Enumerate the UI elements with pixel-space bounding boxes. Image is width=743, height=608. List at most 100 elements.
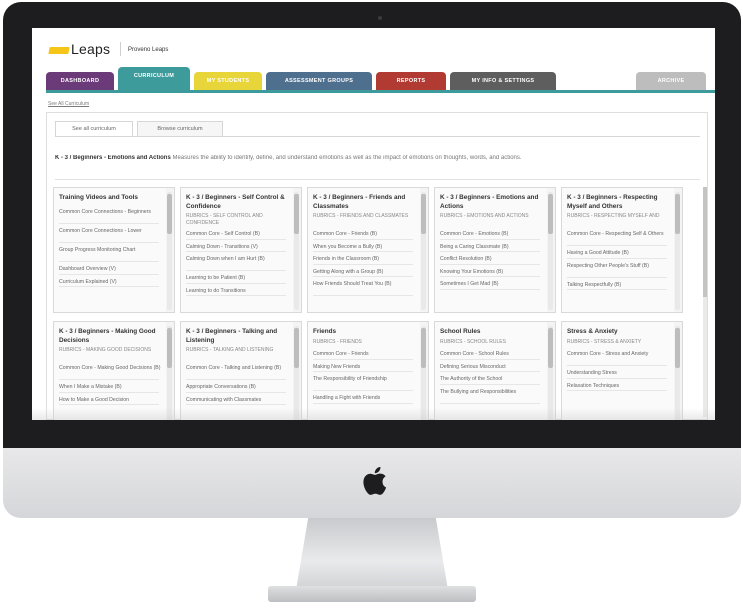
curriculum-card-item[interactable]: Common Core - Emotions (B) xyxy=(440,231,544,238)
curriculum-card-item[interactable]: Talking Respectfully (B) xyxy=(567,282,671,289)
curriculum-card-item[interactable]: Sometimes I Get Mad (B) xyxy=(440,281,544,288)
curriculum-card-item[interactable]: How Friends Should Treat You (B) xyxy=(313,281,417,288)
card-scrollbar-thumb[interactable] xyxy=(548,194,553,234)
curriculum-card[interactable]: K - 3 / Beginners - Self Control & Confi… xyxy=(180,187,302,313)
curriculum-card-title[interactable]: Training Videos and Tools xyxy=(59,194,163,203)
curriculum-card-item[interactable]: Common Core - School Rules xyxy=(440,351,544,358)
card-scrollbar[interactable] xyxy=(294,192,299,310)
curriculum-card-item[interactable]: Understanding Stress xyxy=(567,370,671,377)
curriculum-card-title[interactable]: K - 3 / Beginners - Talking and Listenin… xyxy=(186,328,290,345)
curriculum-card-item[interactable]: Calming Down when I am Hurt (B) xyxy=(186,256,290,263)
card-scrollbar-thumb[interactable] xyxy=(675,328,680,368)
curriculum-card-item[interactable]: When you Become a Bully (B) xyxy=(313,244,417,251)
curriculum-card-title[interactable]: K - 3 / Beginners - Making Good Decision… xyxy=(59,328,163,345)
curriculum-card-title[interactable]: School Rules xyxy=(440,328,544,337)
curriculum-card-subtitle[interactable]: Rubrics - School Rules xyxy=(440,339,544,346)
curriculum-card-title[interactable]: Friends xyxy=(313,328,417,337)
tab-reports[interactable]: Reports xyxy=(376,72,446,90)
curriculum-card-item[interactable]: Dashboard Overview (V) xyxy=(59,266,163,273)
curriculum-card-subtitle[interactable]: Rubrics - Talking and Listening xyxy=(186,347,290,354)
app-logo-text[interactable]: Leaps xyxy=(71,41,110,57)
curriculum-card-item[interactable]: Common Core - Making Good Decisions (B) xyxy=(59,365,163,372)
curriculum-card-item[interactable]: Getting Along with a Group (B) xyxy=(313,269,417,276)
curriculum-card-item[interactable]: Communicating with Classmates xyxy=(186,397,290,404)
card-scrollbar[interactable] xyxy=(421,192,426,310)
curriculum-card-item[interactable]: Common Core Connections - Lower xyxy=(59,228,163,235)
card-scrollbar-thumb[interactable] xyxy=(167,328,172,368)
curriculum-card-item[interactable]: The Bullying and Responsibilities xyxy=(440,389,544,396)
curriculum-card-item[interactable]: Having a Good Attitude (B) xyxy=(567,250,671,257)
curriculum-card-item[interactable]: The Authority of the School xyxy=(440,376,544,383)
curriculum-card[interactable]: K - 3 / Beginners - Friends and Classmat… xyxy=(307,187,429,313)
curriculum-card-item[interactable]: Friends in the Classroom (B) xyxy=(313,256,417,263)
curriculum-card-item[interactable]: Common Core Connections - Beginners xyxy=(59,209,163,216)
card-scrollbar[interactable] xyxy=(548,192,553,310)
curriculum-card-item[interactable]: Respecting Other People's Stuff (B) xyxy=(567,263,671,270)
card-scrollbar-thumb[interactable] xyxy=(294,328,299,368)
curriculum-card-title[interactable]: K - 3 / Beginners - Friends and Classmat… xyxy=(313,194,417,211)
curriculum-card-item[interactable]: When I Make a Mistake (B) xyxy=(59,384,163,391)
curriculum-card-item[interactable]: Common Core - Self Control (B) xyxy=(186,231,290,238)
card-scrollbar-thumb[interactable] xyxy=(675,194,680,234)
view-all-curriculum-link[interactable]: See All Curriculum xyxy=(48,101,89,107)
panel-scrollbar[interactable] xyxy=(703,187,707,417)
curriculum-card[interactable]: K - 3 / Beginners - Respecting Myself an… xyxy=(561,187,683,313)
tab-see-all-curriculum[interactable]: See all curriculum xyxy=(55,121,133,137)
curriculum-card-subtitle[interactable]: Rubrics - Self Control and Confidence xyxy=(186,213,290,226)
curriculum-card-title[interactable]: K - 3 / Beginners - Respecting Myself an… xyxy=(567,194,671,211)
curriculum-card-item[interactable]: Defining Serious Misconduct xyxy=(440,364,544,371)
curriculum-card-item[interactable]: Learning to be Patient (B) xyxy=(186,275,290,282)
curriculum-card-title[interactable]: K - 3 / Beginners - Emotions and Actions xyxy=(440,194,544,211)
card-scrollbar[interactable] xyxy=(167,326,172,420)
curriculum-card-subtitle[interactable]: Rubrics - Making Good Decisions xyxy=(59,347,163,354)
curriculum-card-item[interactable]: Common Core - Talking and Listening (B) xyxy=(186,365,290,372)
card-scrollbar[interactable] xyxy=(548,326,553,420)
curriculum-card-subtitle[interactable]: Rubrics - Respecting Myself and xyxy=(567,213,671,220)
curriculum-card-item[interactable]: Appropriate Conversations (B) xyxy=(186,384,290,391)
card-scrollbar[interactable] xyxy=(167,192,172,310)
card-scrollbar-thumb[interactable] xyxy=(548,328,553,368)
curriculum-card[interactable]: Training Videos and Tools Common Core Con… xyxy=(53,187,175,313)
tab-my-info-settings[interactable]: My Info & Settings xyxy=(450,72,556,90)
card-scrollbar-thumb[interactable] xyxy=(294,194,299,234)
tab-browse-curriculum[interactable]: Browse curriculum xyxy=(137,121,223,137)
card-scrollbar[interactable] xyxy=(675,326,680,420)
curriculum-card-item[interactable]: Common Core - Friends xyxy=(313,351,417,358)
curriculum-card[interactable]: Stress & Anxiety Rubrics - Stress & Anxie… xyxy=(561,321,683,420)
tab-archive[interactable]: Archive xyxy=(636,72,706,90)
card-scrollbar[interactable] xyxy=(421,326,426,420)
curriculum-card-item[interactable]: Handling a Fight with Friends xyxy=(313,395,417,402)
card-scrollbar[interactable] xyxy=(294,326,299,420)
curriculum-card-item[interactable]: Relaxation Techniques xyxy=(567,383,671,390)
curriculum-card-item[interactable]: Being a Caring Classmate (B) xyxy=(440,244,544,251)
curriculum-card-subtitle[interactable]: Rubrics - Emotions and Actions xyxy=(440,213,544,220)
curriculum-card-item[interactable]: Curriculum Explained (V) xyxy=(59,279,163,286)
curriculum-card-title[interactable]: Stress & Anxiety xyxy=(567,328,671,337)
curriculum-card-title[interactable]: K - 3 / Beginners - Self Control & Confi… xyxy=(186,194,290,211)
curriculum-card[interactable]: K - 3 / Beginners - Emotions and Actions… xyxy=(434,187,556,313)
curriculum-card-item[interactable]: How to Make a Good Decision xyxy=(59,397,163,404)
curriculum-card[interactable]: K - 3 / Beginners - Making Good Decision… xyxy=(53,321,175,420)
curriculum-card-item[interactable]: Group Progress Monitoring Chart xyxy=(59,247,163,254)
curriculum-card[interactable]: School Rules Rubrics - School Rules Common… xyxy=(434,321,556,420)
card-scrollbar[interactable] xyxy=(675,192,680,310)
panel-scrollbar-thumb[interactable] xyxy=(703,187,707,297)
curriculum-card-subtitle[interactable]: Rubrics - Friends and Classmates xyxy=(313,213,417,220)
curriculum-card-item[interactable]: Common Core - Respecting Self & Others xyxy=(567,231,671,238)
curriculum-card-subtitle[interactable]: Rubrics - Stress & Anxiety xyxy=(567,339,671,346)
card-scrollbar-thumb[interactable] xyxy=(421,328,426,368)
curriculum-card-item[interactable]: Common Core - Friends (B) xyxy=(313,231,417,238)
curriculum-card[interactable]: Friends Rubrics - Friends Common Core - Fr… xyxy=(307,321,429,420)
curriculum-card-item[interactable]: Knowing Your Emotions (B) xyxy=(440,269,544,276)
card-scrollbar-thumb[interactable] xyxy=(167,194,172,234)
curriculum-card-item[interactable]: Common Core - Stress and Anxiety xyxy=(567,351,671,358)
curriculum-card-item[interactable]: Conflict Resolution (B) xyxy=(440,256,544,263)
tab-curriculum[interactable]: Curriculum xyxy=(118,67,190,90)
tab-my-students[interactable]: My Students xyxy=(194,72,262,90)
curriculum-card-item[interactable]: Calming Down - Transitions (V) xyxy=(186,244,290,251)
curriculum-card-item[interactable]: Making New Friends xyxy=(313,364,417,371)
curriculum-card-item[interactable]: The Responsibility of Friendship xyxy=(313,376,417,383)
curriculum-card-item[interactable]: Learning to do Transitions xyxy=(186,288,290,295)
curriculum-card-subtitle[interactable]: Rubrics - Friends xyxy=(313,339,417,346)
card-scrollbar-thumb[interactable] xyxy=(421,194,426,234)
